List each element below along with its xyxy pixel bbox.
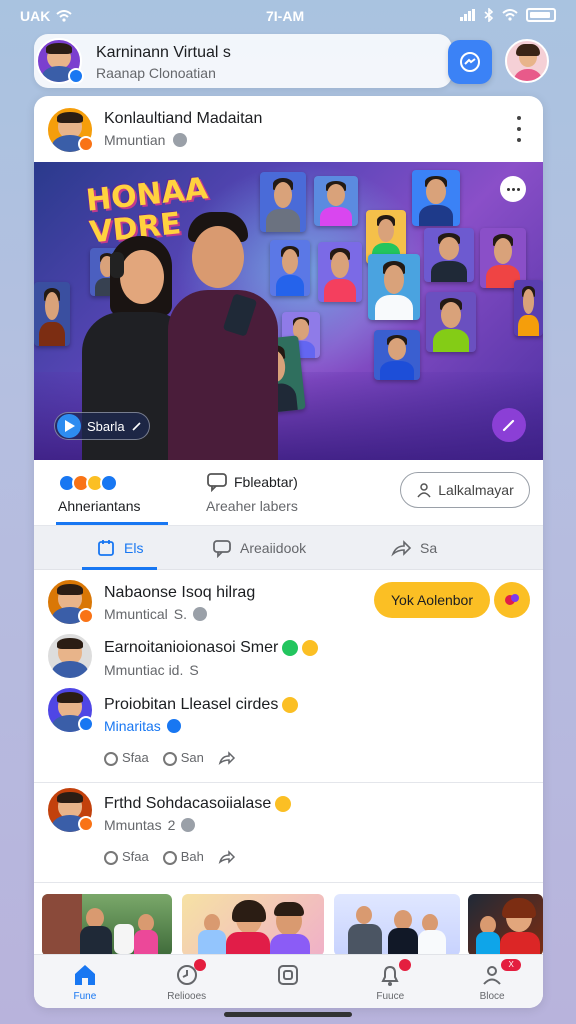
- like-action[interactable]: Sfaa: [104, 849, 149, 865]
- comment-author[interactable]: Earnoitanioionasoi Smer: [104, 639, 319, 657]
- reactions-row: Ahneriantans Fbleabtar) Areaher labers L…: [34, 460, 543, 526]
- comment-meta-extra: S: [189, 662, 199, 678]
- nav-reels[interactable]: Reliooes: [136, 955, 238, 1008]
- comments-title[interactable]: Fbleabtar): [234, 474, 298, 490]
- globe-icon: [193, 607, 208, 621]
- tab-like[interactable]: Els: [81, 526, 159, 570]
- comment-meta-extra: S.: [173, 606, 188, 622]
- commenter-avatar[interactable]: [46, 632, 94, 680]
- status-badge: [78, 136, 94, 152]
- nav-notifications[interactable]: Fuuce: [339, 955, 441, 1008]
- messenger-button[interactable]: [448, 40, 492, 84]
- photo-thumbnail[interactable]: [182, 894, 324, 956]
- reactions-label[interactable]: Ahneriantans: [58, 498, 141, 514]
- globe-icon: [166, 719, 181, 733]
- reply-button[interactable]: Yok Aolenbor: [374, 582, 490, 618]
- smile-emoji-icon: [282, 696, 299, 713]
- pencil-icon: [502, 419, 515, 432]
- status-badge: [78, 608, 94, 624]
- active-indicator: [56, 522, 168, 525]
- photo-strip: [42, 894, 543, 956]
- nav-home[interactable]: Fune: [34, 955, 136, 1008]
- divider: [34, 882, 543, 883]
- home-indicator: [224, 1012, 352, 1017]
- app-title: Karninann Virtual s: [96, 44, 231, 61]
- nav-marketplace[interactable]: [238, 955, 340, 1008]
- bottom-nav: Fune Reliooes Fuuce X Bloce: [34, 954, 543, 1008]
- post-image[interactable]: HONAA VDRE Sbarla: [34, 162, 543, 460]
- share-icon[interactable]: [218, 849, 236, 865]
- comment-author[interactable]: Proiobitan Lleasel cirdes: [104, 696, 299, 714]
- comment-icon: [213, 540, 231, 558]
- tab-comment[interactable]: Areaiidook: [212, 526, 306, 570]
- clock: 7I-AM: [266, 8, 305, 24]
- edit-button[interactable]: [492, 408, 526, 442]
- reply-action[interactable]: San: [162, 750, 204, 766]
- reply-action[interactable]: Bah: [162, 849, 204, 865]
- outline-action-button[interactable]: Lalkalmayar: [400, 472, 530, 508]
- post-header: Konlaultiand Madaitan Mmuntian: [34, 96, 543, 162]
- notification-badge: X: [501, 959, 522, 971]
- share-icon: [391, 540, 412, 557]
- battery-icon: [526, 8, 556, 22]
- comment-icon: [207, 473, 227, 492]
- emoji-icon: [505, 594, 519, 605]
- comment-author[interactable]: Frthd Sohdacasoiialase: [104, 795, 292, 813]
- notification-badge: [193, 959, 206, 971]
- person-boy: [154, 212, 294, 460]
- feed-card: Konlaultiand Madaitan Mmuntian HONAA VDR…: [34, 96, 543, 1008]
- photo-thumbnail[interactable]: [468, 894, 543, 956]
- pencil-icon: [132, 422, 141, 431]
- comment-author[interactable]: Nabaonse Isoq hilrag: [104, 584, 255, 602]
- check-icon: [282, 639, 299, 656]
- status-badge: [78, 816, 94, 832]
- play-button[interactable]: Sbarla: [54, 412, 150, 440]
- play-label: Sbarla: [87, 418, 125, 434]
- more-options-button[interactable]: [512, 116, 526, 142]
- divider: [34, 782, 543, 783]
- comment-meta: Mmuntical: [104, 606, 168, 622]
- comment-meta: Mmuntas: [104, 817, 162, 833]
- wifi-icon: [502, 9, 518, 21]
- verified-icon: [68, 68, 84, 84]
- square-icon: [278, 965, 299, 985]
- top-bar: Karninann Virtual s Raanap Clonoatian: [34, 34, 452, 88]
- comment-meta-extra: 2: [167, 817, 176, 833]
- home-icon: [74, 965, 95, 985]
- globe-icon: [181, 818, 196, 832]
- nav-profile[interactable]: X Bloce: [441, 955, 543, 1008]
- reaction-icons[interactable]: [58, 474, 118, 492]
- bluetooth-icon: [484, 8, 494, 22]
- comment-meta[interactable]: Minaritas: [104, 718, 161, 734]
- notification-badge: [399, 959, 412, 971]
- photo-thumbnail[interactable]: [42, 894, 172, 956]
- smile-emoji-icon: [302, 639, 319, 656]
- like-action[interactable]: Sfaa: [104, 750, 149, 766]
- verified-icon: [78, 716, 94, 732]
- post-meta: Mmuntian: [104, 132, 166, 148]
- post-author[interactable]: Konlaultiand Madaitan: [104, 110, 262, 128]
- person-icon: [417, 483, 431, 498]
- globe-icon: [173, 133, 188, 147]
- signal-icon: [460, 9, 475, 21]
- photo-thumbnail[interactable]: [334, 894, 460, 956]
- profile-avatar[interactable]: [505, 39, 549, 83]
- wifi-icon: [56, 10, 72, 22]
- like-icon: [100, 474, 118, 492]
- share-icon[interactable]: [218, 750, 236, 766]
- react-button[interactable]: [494, 582, 530, 618]
- smile-emoji-icon: [275, 795, 292, 812]
- status-bar: UAK 7I-AM: [0, 0, 576, 32]
- action-tabs: Els Areaiidook Sa: [34, 526, 543, 570]
- like-icon: [98, 540, 114, 556]
- tab-share[interactable]: Sa: [390, 526, 437, 570]
- image-options-button[interactable]: [500, 176, 526, 202]
- play-icon: [57, 414, 81, 438]
- comments-subtitle: Areaher labers: [206, 498, 298, 514]
- app-subtitle: Raanap Clonoatian: [96, 65, 216, 81]
- comment-meta: Mmuntiac id.: [104, 662, 184, 678]
- carrier-label: UAK: [20, 8, 51, 24]
- messenger-icon: [460, 52, 480, 72]
